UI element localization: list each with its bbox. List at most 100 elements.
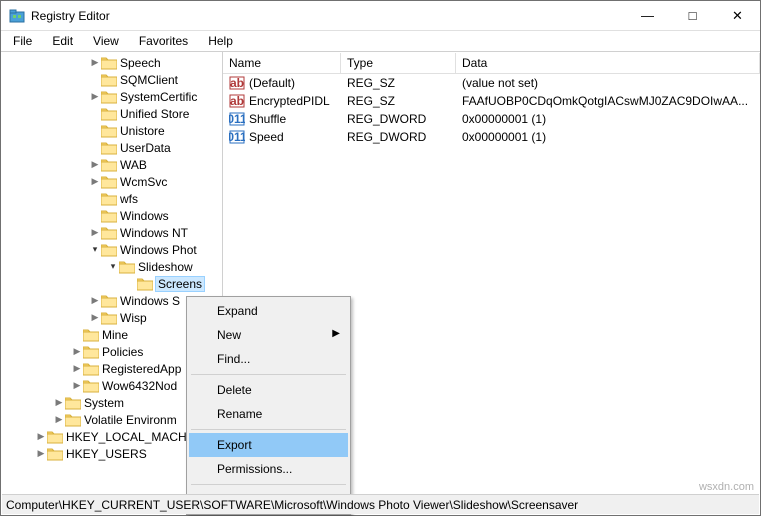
expander-icon[interactable]: ▶ (71, 363, 83, 374)
expander-icon[interactable]: ▶ (89, 295, 101, 306)
expander-icon[interactable]: ▶ (89, 227, 101, 238)
tree-item-label: Wisp (120, 311, 147, 325)
folder-icon (119, 260, 135, 274)
tree-item-label: System (84, 396, 124, 410)
tree-item[interactable]: ▶Windows NT (1, 224, 222, 241)
value-name: Speed (249, 130, 284, 144)
menu-item-export[interactable]: Export (189, 433, 348, 457)
tree-item[interactable]: ▶ WcmSvc (1, 173, 222, 190)
tree-item-label: Windows S (120, 294, 180, 308)
value-name: (Default) (249, 76, 295, 90)
tree-item[interactable]: ▾Windows Phot (1, 241, 222, 258)
folder-icon (101, 294, 117, 308)
tree-item[interactable]: Unistore (1, 122, 222, 139)
value-row[interactable]: abEncryptedPIDLREG_SZFAAfUOBP0CDqOmkQotg… (223, 92, 760, 110)
tree-item-label: WcmSvc (120, 175, 167, 189)
status-path: Computer\HKEY_CURRENT_USER\SOFTWARE\Micr… (6, 498, 578, 512)
value-name: Shuffle (249, 112, 286, 126)
folder-icon (101, 56, 117, 70)
tree-item[interactable]: ▶ WAB (1, 156, 222, 173)
value-row[interactable]: 011 Speed REG_DWORD0x00000001 (1) (223, 128, 760, 146)
menu-item-rename[interactable]: Rename (189, 402, 348, 426)
regedit-icon (9, 8, 25, 24)
tree-item-label: Wow6432Nod (102, 379, 177, 393)
minimize-button[interactable]: — (625, 1, 670, 30)
expander-icon[interactable]: ▶ (71, 346, 83, 357)
tree-item[interactable]: ▾ Slideshow (1, 258, 222, 275)
menu-separator (191, 484, 346, 485)
menu-view[interactable]: View (85, 32, 127, 50)
svg-text:ab: ab (230, 76, 244, 90)
expander-icon[interactable]: ▶ (89, 159, 101, 170)
menu-favorites[interactable]: Favorites (131, 32, 196, 50)
expander-icon[interactable]: ▶ (71, 380, 83, 391)
tree-item[interactable]: wfs (1, 190, 222, 207)
menu-separator (191, 374, 346, 375)
tree-item[interactable]: Windows (1, 207, 222, 224)
value-data: 0x00000001 (1) (456, 112, 760, 126)
folder-icon (101, 226, 117, 240)
tree-item[interactable]: UserData (1, 139, 222, 156)
folder-icon (101, 107, 117, 121)
tree-item-label: Speech (120, 56, 161, 70)
folder-icon (47, 430, 63, 444)
value-data: 0x00000001 (1) (456, 130, 760, 144)
expander-icon[interactable]: ▶ (89, 91, 101, 102)
watermark: wsxdn.com (699, 481, 754, 493)
tree-item-label: Mine (102, 328, 128, 342)
expander-icon[interactable]: ▶ (35, 448, 47, 459)
dword-value-icon: 011 (229, 129, 245, 145)
menu-item-delete[interactable]: Delete (189, 378, 348, 402)
tree-item[interactable]: SQMClient (1, 71, 222, 88)
menu-edit[interactable]: Edit (44, 32, 81, 50)
tree-item[interactable]: ▶ SystemCertific (1, 88, 222, 105)
expander-icon[interactable]: ▾ (89, 244, 101, 255)
folder-icon (83, 328, 99, 342)
folder-icon (101, 90, 117, 104)
value-row[interactable]: ab(Default)REG_SZ(value not set) (223, 74, 760, 92)
value-data: FAAfUOBP0CDqOmkQotgIACswMJ0ZAC9DOIwAA... (456, 94, 760, 108)
tree-item-label: RegisteredApp (102, 362, 181, 376)
tree-item-label: Volatile Environm (84, 413, 177, 427)
menu-item-label: Permissions... (217, 462, 292, 476)
menu-item-new[interactable]: New▶ (189, 323, 348, 347)
tree-item-label: Slideshow (138, 260, 193, 274)
menu-item-label: Delete (217, 383, 252, 397)
col-header-name[interactable]: Name (223, 53, 341, 73)
folder-icon (101, 124, 117, 138)
tree-item[interactable]: ▶ Speech (1, 54, 222, 71)
expander-icon[interactable]: ▶ (89, 312, 101, 323)
tree-item-label: WAB (120, 158, 147, 172)
col-header-data[interactable]: Data (456, 53, 760, 73)
tree-item[interactable]: Unified Store (1, 105, 222, 122)
menu-file[interactable]: File (5, 32, 40, 50)
tree-item-label: wfs (120, 192, 138, 206)
svg-text:ab: ab (230, 94, 244, 108)
expander-icon[interactable]: ▾ (107, 261, 119, 272)
menu-item-expand[interactable]: Expand (189, 299, 348, 323)
col-header-type[interactable]: Type (341, 53, 456, 73)
value-row[interactable]: 011ShuffleREG_DWORD0x00000001 (1) (223, 110, 760, 128)
menu-item-label: New (217, 328, 241, 342)
folder-icon (65, 413, 81, 427)
expander-icon[interactable]: ▶ (89, 57, 101, 68)
window-buttons: — □ ✕ (625, 1, 760, 30)
expander-icon[interactable]: ▶ (53, 397, 65, 408)
folder-icon (83, 379, 99, 393)
value-type: REG_SZ (341, 94, 456, 108)
close-button[interactable]: ✕ (715, 1, 760, 30)
menu-item-permissions-[interactable]: Permissions... (189, 457, 348, 481)
tree-item[interactable]: Screens (1, 275, 222, 292)
value-type: REG_DWORD (341, 130, 456, 144)
expander-icon[interactable]: ▶ (35, 431, 47, 442)
expander-icon[interactable]: ▶ (53, 414, 65, 425)
menu-help[interactable]: Help (200, 32, 241, 50)
tree-item-label: Screens (156, 277, 204, 291)
value-type: REG_SZ (341, 76, 456, 90)
value-type: REG_DWORD (341, 112, 456, 126)
expander-icon[interactable]: ▶ (89, 176, 101, 187)
tree-item-label: Policies (102, 345, 143, 359)
maximize-button[interactable]: □ (670, 1, 715, 30)
menu-item-find-[interactable]: Find... (189, 347, 348, 371)
tree-item-label: SystemCertific (120, 90, 197, 104)
